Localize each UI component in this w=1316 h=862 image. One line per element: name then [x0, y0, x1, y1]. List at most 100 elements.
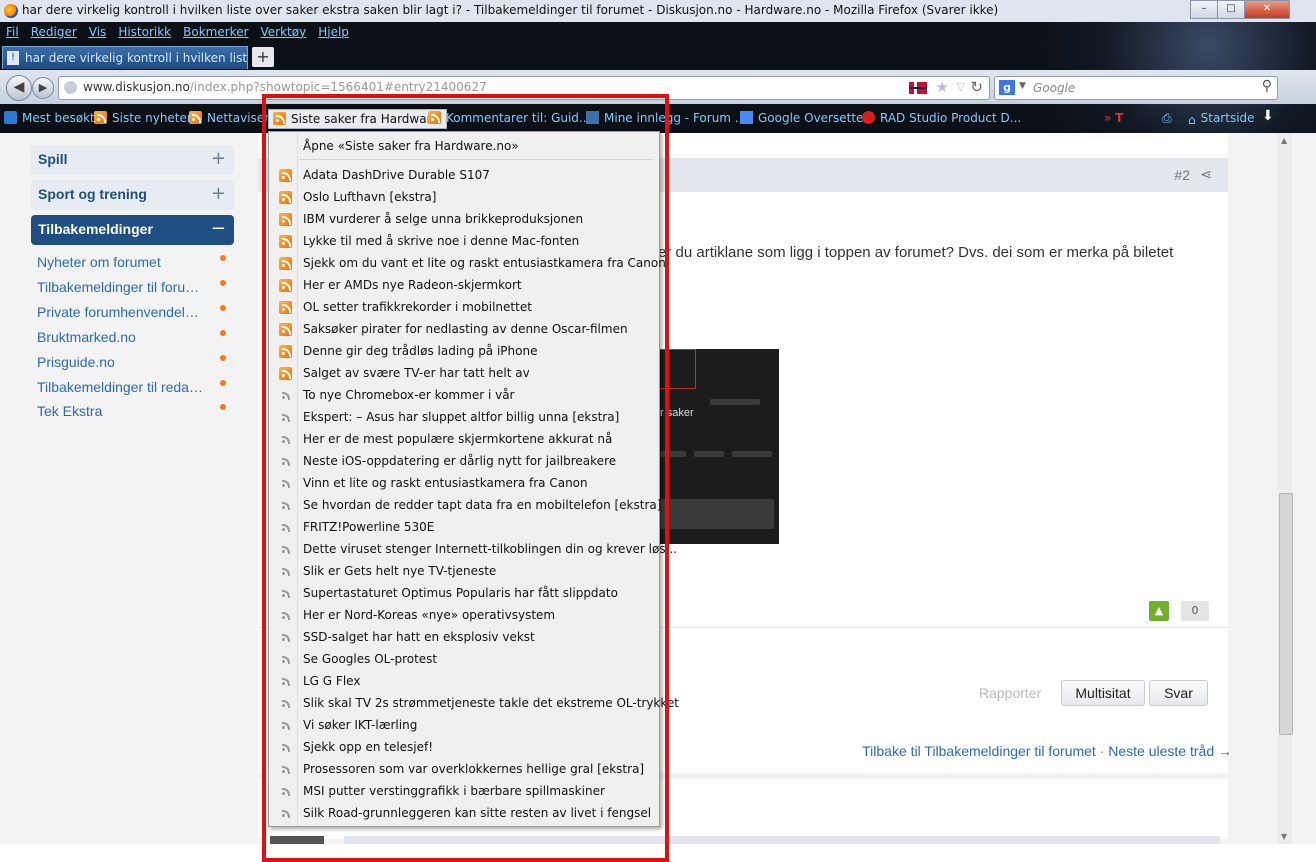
red-highlight-frame: [262, 94, 669, 862]
post-screenshot-image[interactable]: r saker: [658, 349, 779, 544]
unread-dot: [220, 305, 226, 311]
translate-icon: [740, 111, 753, 124]
nav-separator: ·: [1099, 743, 1105, 759]
expand-icon[interactable]: +: [211, 183, 226, 204]
page-scrollbar[interactable]: ▲ ▼: [1278, 133, 1293, 844]
bookmark-rad-studio[interactable]: RAD Studio Product D...: [862, 111, 1021, 125]
url-path: /index.php?showtopic=1566401#entry214006…: [189, 80, 487, 94]
unread-dot: [220, 404, 226, 410]
unread-dot: [220, 330, 226, 336]
menu-vis[interactable]: Vis: [89, 22, 107, 42]
url-dropdown-icon[interactable]: ▽: [957, 80, 965, 93]
collapse-icon[interactable]: −: [211, 218, 226, 239]
embarcadero-icon: [862, 111, 875, 124]
category-label: Sport og trening: [38, 186, 147, 202]
bookmark-label: RAD Studio Product D...: [880, 111, 1022, 125]
category-sport[interactable]: Sport og trening +: [31, 180, 234, 210]
firefox-icon: [4, 4, 18, 18]
image-button-shape: [732, 451, 772, 457]
category-tilbakemeldinger[interactable]: Tilbakemeldinger −: [31, 215, 234, 245]
tab-label: har dere virkelig kontroll i hvilken lis…: [25, 51, 248, 65]
bookmark-label: Siste nyheter: [112, 111, 192, 125]
forward-button[interactable]: ▶: [32, 77, 54, 99]
unread-dot: [220, 280, 226, 286]
back-to-forum-link[interactable]: Tilbake til Tilbakemeldinger til forumet: [862, 743, 1096, 759]
forum-link-private[interactable]: Private forumhenvendelser: [37, 304, 203, 320]
google-engine-icon[interactable]: g: [999, 80, 1015, 95]
expand-icon[interactable]: +: [211, 148, 226, 169]
scroll-up-icon[interactable]: ▲: [1281, 136, 1287, 145]
bookmark-mest-besokt[interactable]: Mest besøkt: [4, 111, 95, 125]
unread-dot: [220, 380, 226, 386]
menu-fil[interactable]: Fil: [6, 22, 19, 42]
tab-favicon-icon: !: [7, 51, 19, 65]
next-unread-link[interactable]: Neste uleste tråd →: [1108, 743, 1232, 759]
bookmark-label: Mest besøkt: [22, 111, 95, 125]
new-tab-button[interactable]: +: [252, 47, 274, 67]
like-button[interactable]: ▲: [1149, 601, 1169, 621]
menu-bokmerker[interactable]: Bokmerker: [183, 22, 248, 42]
category-label: Tilbakemeldinger: [38, 221, 153, 237]
overflow-chevron-icon[interactable]: » T: [1104, 111, 1123, 125]
forum-link-prisguide[interactable]: Prisguide.no: [37, 354, 203, 370]
minimize-button[interactable]: –: [1190, 0, 1218, 19]
close-button[interactable]: ✕: [1244, 0, 1290, 19]
menu-historikk[interactable]: Historikk: [118, 22, 171, 42]
bookmark-siste-nyheter[interactable]: Siste nyheter: [94, 111, 192, 125]
title-bar: har dere virkelig kontroll i hvilken lis…: [0, 0, 1316, 22]
post-number[interactable]: #2: [1174, 167, 1190, 183]
image-button-shape: [694, 451, 724, 457]
url-domain: www.diskusjon.no: [83, 80, 190, 94]
forum-link-bruktmarked[interactable]: Bruktmarked.no: [37, 329, 203, 345]
bookmark-startside[interactable]: ⌂ Startside: [1188, 111, 1255, 127]
norway-flag-icon[interactable]: [909, 82, 927, 94]
menu-verktoy[interactable]: Verktøy: [261, 22, 307, 42]
search-bar[interactable]: g ▼ Google ⚲: [994, 76, 1278, 100]
forum-link-redaksjonen[interactable]: Tilbakemeldinger til redaksjonen: [37, 379, 203, 395]
category-spill[interactable]: Spill +: [31, 145, 234, 175]
scrollbar-thumb[interactable]: [1279, 493, 1293, 735]
window-controls: – □ ✕: [1190, 0, 1290, 19]
menu-hjelp[interactable]: Hjelp: [318, 22, 349, 42]
bookmark-google-oversetter[interactable]: Google Oversetter: [740, 111, 868, 125]
globe-icon: [64, 81, 77, 94]
unread-dot: [220, 355, 226, 361]
maximize-button[interactable]: □: [1217, 0, 1245, 19]
rss-icon: [94, 111, 107, 124]
download-icon[interactable]: ⬇: [1262, 108, 1274, 124]
unread-dot: [220, 255, 226, 261]
scroll-down-icon[interactable]: ▼: [1281, 832, 1287, 841]
tab-strip: ! har dere virkelig kontroll i hvilken l…: [0, 44, 1316, 69]
menu-rediger[interactable]: Rediger: [31, 22, 77, 42]
forum-link-nyheter[interactable]: Nyheter om forumet: [37, 254, 203, 270]
search-placeholder: Google: [1033, 81, 1076, 95]
folder-icon: [4, 111, 17, 124]
forum-link-tek-ekstra[interactable]: Tek Ekstra: [37, 403, 203, 419]
back-button[interactable]: ◀: [6, 75, 32, 101]
url-text: www.diskusjon.no/index.php?showtopic=156…: [83, 80, 487, 94]
thread-navigation: Tilbake til Tilbakemeldinger til forumet…: [862, 743, 1232, 759]
engine-dropdown-icon[interactable]: ▼: [1019, 81, 1026, 91]
bookmark-label: Google Oversetter: [758, 111, 869, 125]
report-link[interactable]: Rapporter: [979, 685, 1041, 701]
like-count: 0: [1181, 601, 1209, 621]
image-button-shape: [710, 399, 760, 405]
share-icon[interactable]: ⋖: [1200, 167, 1212, 183]
menu-bar: Fil Rediger Vis Historikk Bokmerker Verk…: [0, 22, 355, 42]
image-panel-shape: [660, 499, 774, 529]
print-icon[interactable]: ⎙: [1162, 111, 1172, 126]
bookmark-star-icon[interactable]: ★: [936, 78, 949, 96]
forum-link-tilbakemeldinger[interactable]: Tilbakemeldinger til forumet: [37, 279, 203, 295]
search-icon[interactable]: ⚲: [1262, 78, 1272, 94]
post-text: er du artiklane som ligg i toppen av for…: [658, 244, 1174, 261]
home-icon: ⌂: [1188, 113, 1196, 127]
reload-icon[interactable]: ↻: [970, 78, 983, 96]
window-title: har dere virkelig kontroll i hvilken lis…: [22, 3, 999, 17]
reply-button[interactable]: Svar: [1149, 680, 1208, 706]
rss-icon: [189, 111, 202, 124]
multiquote-button[interactable]: Multisitat: [1061, 680, 1145, 706]
bookmark-nettavisen[interactable]: Nettavisen: [189, 111, 272, 125]
tab-active[interactable]: ! har dere virkelig kontroll i hvilken l…: [2, 46, 248, 69]
category-label: Spill: [38, 151, 68, 167]
bookmark-label: Startside: [1200, 111, 1255, 125]
